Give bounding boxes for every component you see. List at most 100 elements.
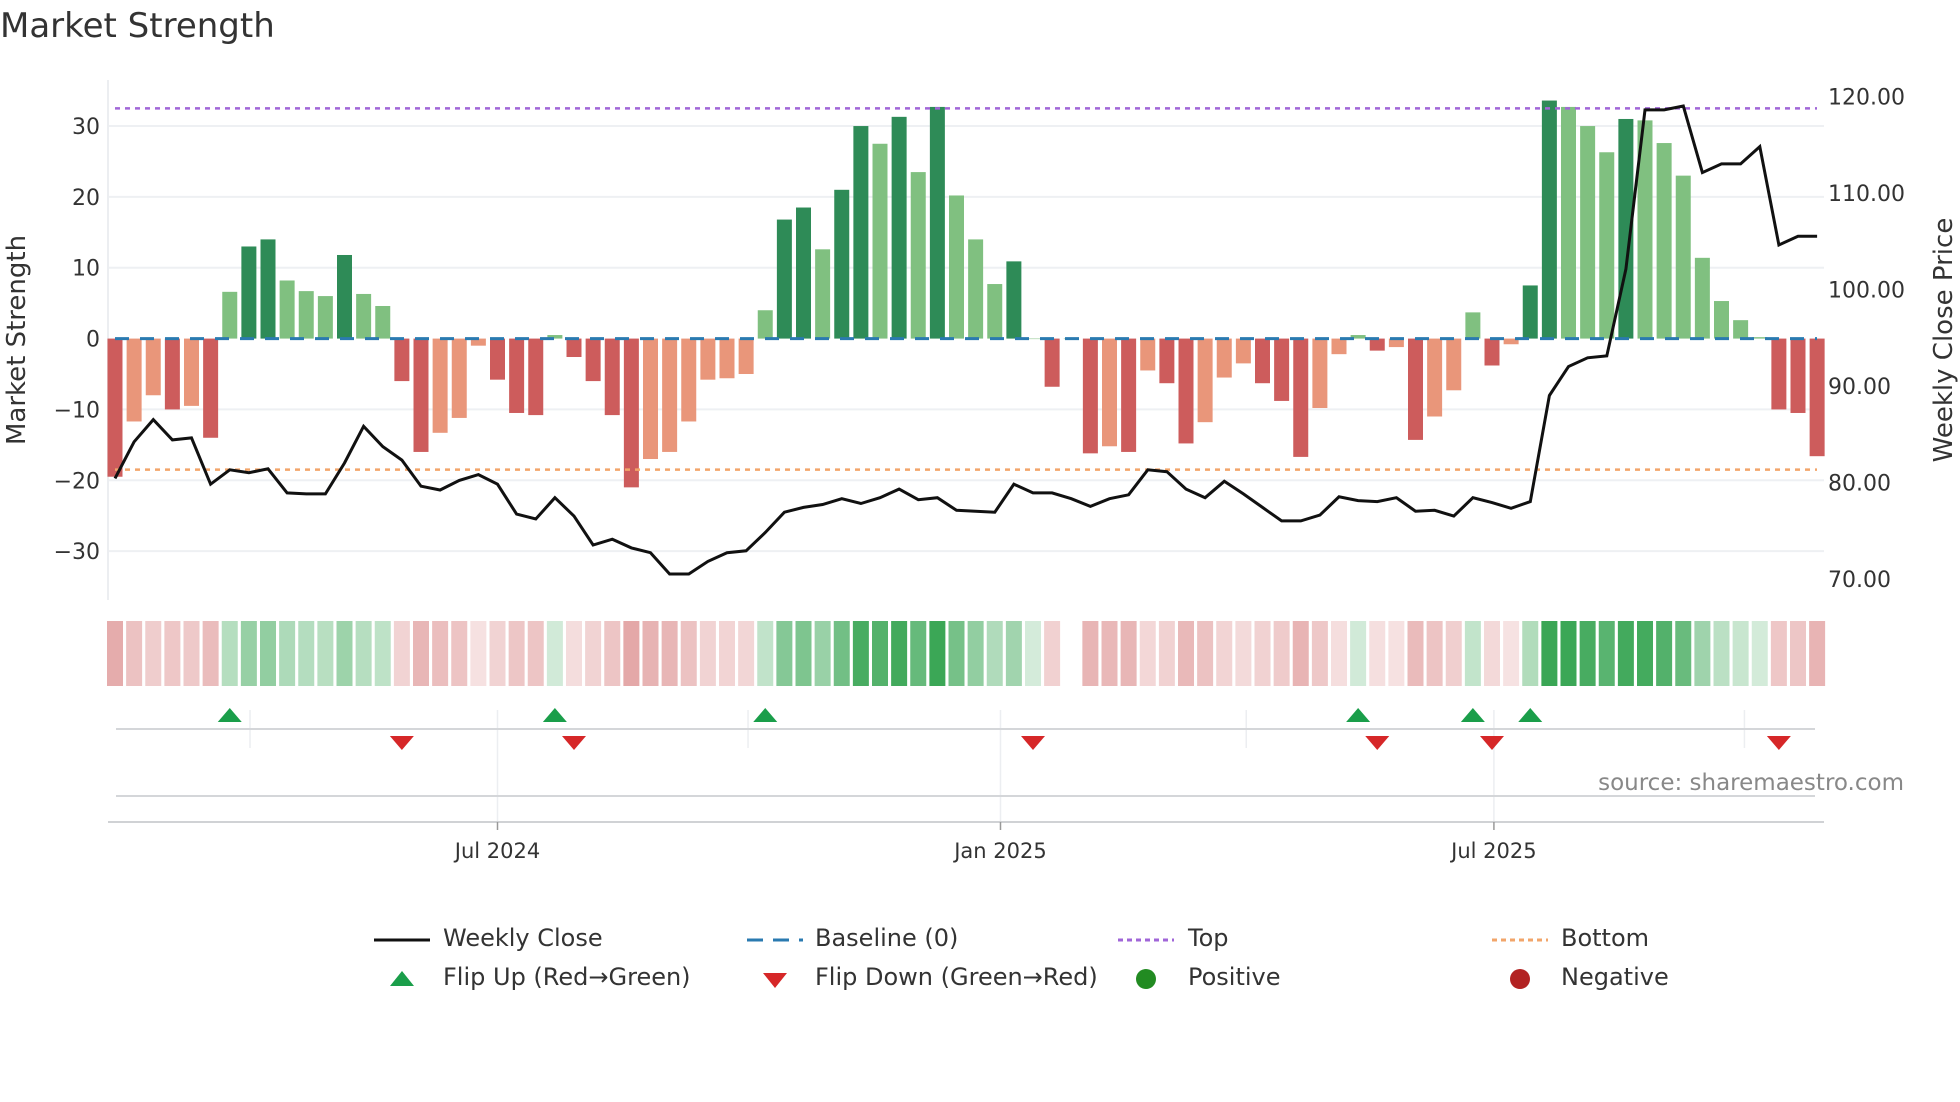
strength-bar [585,338,601,382]
flip-up-marker [753,708,778,722]
strength-bar [375,305,391,339]
strength-strip-cell [1598,621,1615,686]
legend-label: Flip Down (Green→Red) [815,963,1098,991]
strength-bar [910,172,926,339]
strength-strip-cell [1809,621,1826,686]
strength-strip-cell [1273,621,1290,686]
strength-strip-cell [738,621,755,686]
strength-bar [719,338,735,379]
strength-strip-cell [451,621,468,686]
dotted-line-icon [1490,925,1550,955]
strength-bar [1599,152,1615,339]
strength-bar [700,338,716,380]
strength-strip-cell [642,621,659,686]
strength-strip-cell [699,621,716,686]
strength-strip-cell [1694,621,1711,686]
strength-strip-cell [432,621,449,686]
strength-strip-cell [1484,621,1500,686]
y-tick-label: −10 [54,398,100,423]
strength-strip-cell [126,621,143,686]
strength-strip-cell [1082,621,1099,686]
strength-bar [1408,338,1423,440]
strength-bar [891,116,907,339]
strength-bar [1694,257,1710,339]
strength-bar [279,280,295,339]
flip-up-marker [542,708,567,722]
strength-strip-cell [336,621,353,686]
strength-strip-cell [1120,621,1137,686]
strength-strip-cell [1617,621,1634,686]
strength-strip-cell [1158,621,1175,686]
y2-tick-label: 100.00 [1828,278,1905,303]
y-tick-label: 0 [86,328,100,353]
legend-label: Weekly Close [443,924,603,952]
strength-bar [1541,100,1557,339]
strength-bar [260,239,276,339]
strength-strip-cell [910,621,927,686]
strength-bar [1733,320,1749,339]
y-tick-label: 30 [72,115,100,140]
strength-bar [872,143,888,339]
strength-strip-cell [1426,621,1443,686]
strength-strip-cell [986,621,1003,686]
strength-strip-cell [355,621,372,686]
strength-strip-cell [1560,621,1577,686]
strength-bar [413,338,429,452]
strength-bar [1427,338,1443,417]
legend-label: Top [1188,924,1229,952]
strength-strip-cell [1388,621,1405,686]
strength-bar [1274,338,1290,401]
solid-line-icon [372,925,432,955]
strength-strip-cell [833,621,850,686]
strength-strip-cell [1675,621,1692,686]
strength-strip-cell [872,621,888,686]
strength-strip-cell [1311,621,1328,686]
strength-bar [968,239,984,339]
strength-strip-cell [719,621,735,686]
strength-strip-cell [1751,621,1768,686]
strength-strip-cell [1025,621,1041,686]
strength-bar [107,338,123,477]
strength-bar [1006,261,1022,339]
strength-bar [241,246,257,339]
strength-strip-cell [1331,621,1347,686]
strength-bar [184,338,199,406]
strength-strip-cell [1197,621,1214,686]
strength-strip-cell [585,621,602,686]
strength-strip-cell [1292,621,1309,686]
strength-bar [643,338,658,460]
strength-strip-cell [1101,621,1118,686]
flip-down-marker [1021,736,1045,750]
y-tick-label: 20 [72,186,100,211]
strength-strip-cell [891,621,908,686]
strength-bar [1771,338,1787,410]
strength-bar [203,338,219,438]
strength-bar [929,106,945,339]
strength-strip-cell [1139,621,1156,686]
triangle-up-icon [372,964,432,994]
strength-bar [1580,126,1596,339]
strength-bar [1216,338,1232,378]
strength-strip-cell [852,621,869,686]
y2-axis-label: Weekly Close Price [1929,218,1959,463]
strength-bar [1790,338,1806,413]
strength-strip-cell [164,621,181,686]
strength-strip-cell [1541,621,1558,686]
strength-strip-cell [202,621,219,686]
flip-up-marker [1518,708,1543,722]
flip-up-marker [1346,708,1371,722]
strength-bar [1197,338,1213,423]
strength-bar [394,338,410,382]
market-strength-chart: 30 20 10 0 −10 −20 −30 120.00 110.00 100.00 90.00 8… [2,80,1959,863]
flip-up-marker [217,708,242,722]
strength-strip-cell [1044,621,1061,686]
strength-strip-cell [1369,621,1386,686]
strength-bar [298,291,314,339]
dotted-line-icon [1116,925,1176,955]
strength-bar [949,195,964,339]
strength-strip-cell [183,621,200,686]
strength-bar [490,338,505,380]
strength-strip-cell [623,621,640,686]
strength-bar [1255,338,1270,384]
strength-bar [1235,338,1251,364]
